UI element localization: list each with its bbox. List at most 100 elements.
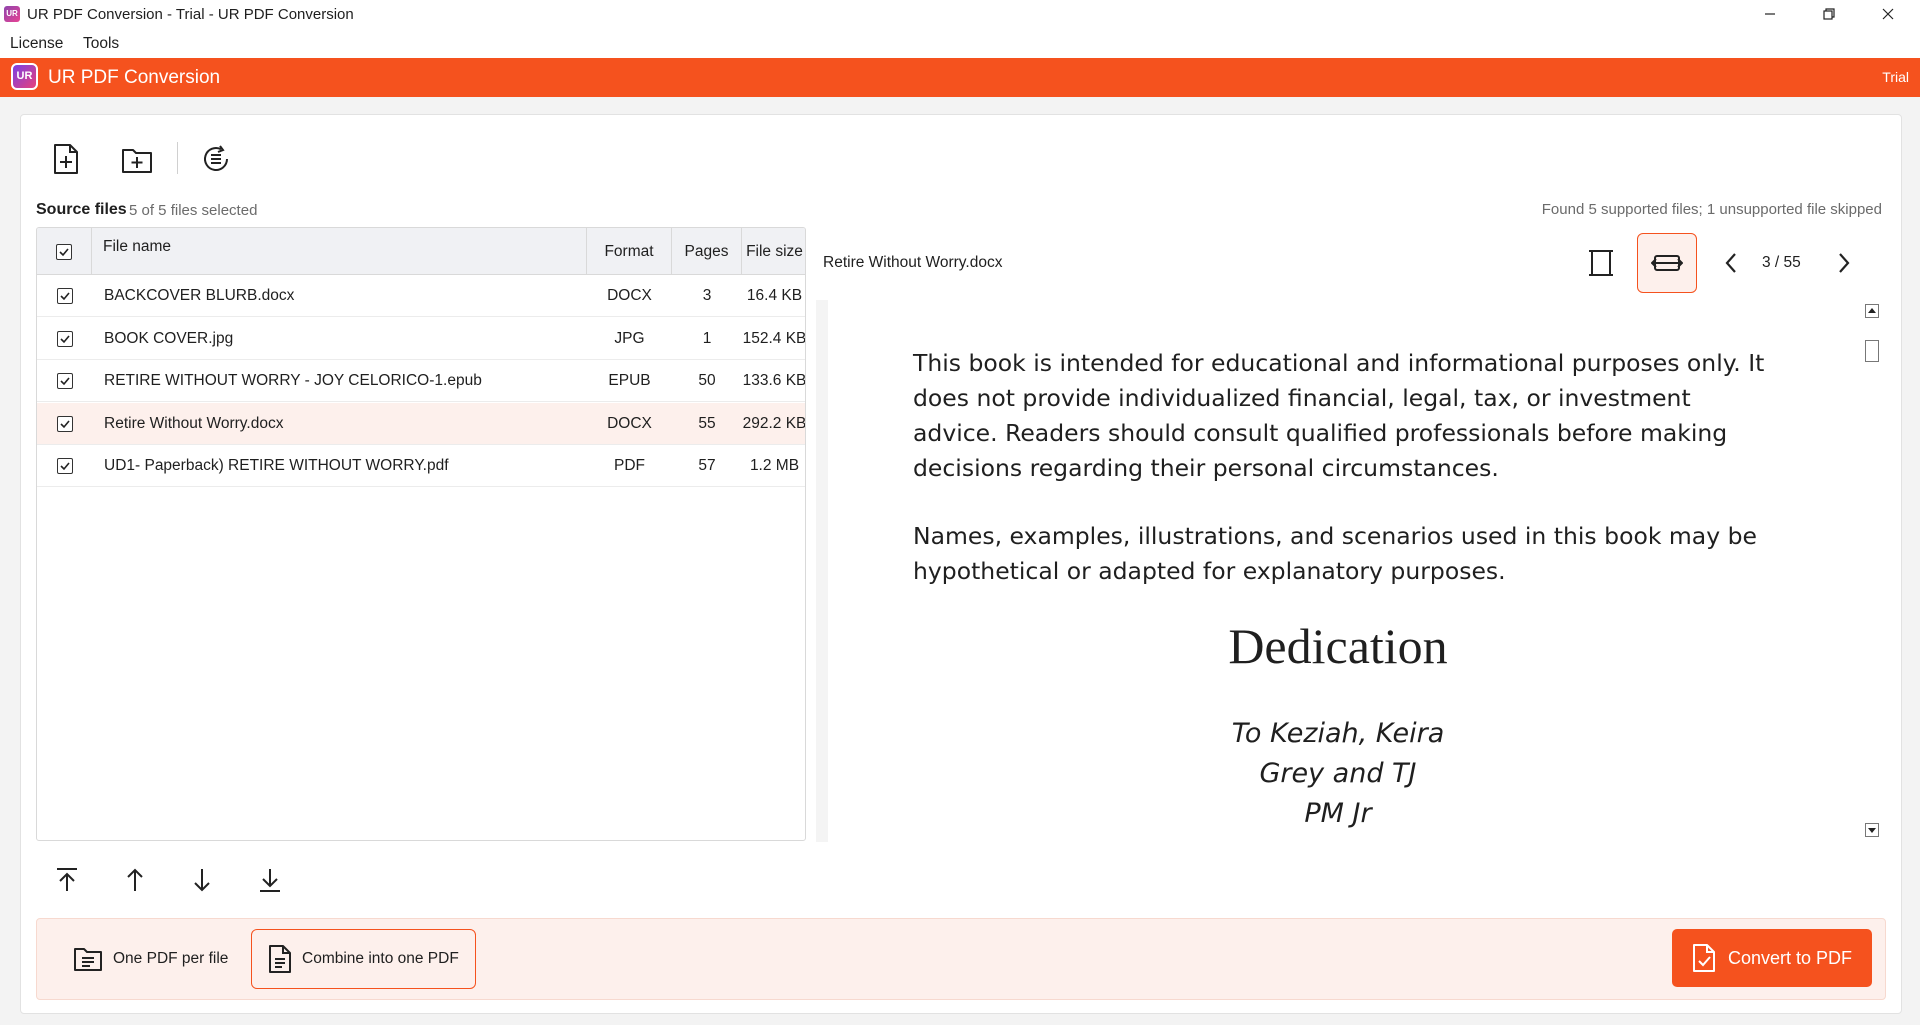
- table-row[interactable]: Retire Without Worry.docx DOCX 55 292.2 KB: [37, 402, 806, 445]
- combine-label: Combine into one PDF: [302, 950, 459, 967]
- row-checkbox[interactable]: [56, 288, 73, 304]
- found-files-message: Found 5 supported files; 1 unsupported f…: [1541, 201, 1882, 218]
- dedication-line: PM Jr: [1304, 798, 1372, 829]
- file-size: 292.2 KB: [742, 414, 806, 432]
- fit-page-button[interactable]: [1579, 241, 1623, 285]
- move-up-button[interactable]: [115, 860, 155, 900]
- file-pages: 55: [698, 414, 716, 432]
- add-file-icon: [54, 144, 78, 174]
- one-pdf-per-file-button[interactable]: One PDF per file: [57, 929, 244, 989]
- row-checkbox-cell: [37, 318, 92, 360]
- restore-button[interactable]: [1800, 0, 1858, 28]
- row-checkbox-cell: [37, 445, 92, 487]
- file-pages: 3: [702, 287, 712, 304]
- table-row[interactable]: RETIRE WITHOUT WORRY - JOY CELORICO-1.ep…: [37, 360, 805, 402]
- scroll-thumb[interactable]: [1865, 340, 1879, 362]
- move-to-bottom-button[interactable]: [250, 860, 290, 900]
- file-pages: 57: [698, 457, 716, 474]
- close-icon: [1882, 8, 1894, 20]
- file-table: File name Format Pages File size BACKCOV…: [36, 227, 806, 841]
- pdf-check-icon: [1692, 944, 1715, 972]
- page-text: This book is intended for educational an…: [913, 346, 1773, 622]
- header-file-name[interactable]: File name: [92, 228, 587, 275]
- file-format: EPUB: [608, 372, 651, 389]
- dedication-text: To Keziah, Keira Grey and TJ PM Jr: [1000, 714, 1676, 834]
- table-row[interactable]: UD1- Paperback) RETIRE WITHOUT WORRY.pdf…: [37, 445, 805, 487]
- row-checkbox[interactable]: [56, 330, 73, 347]
- scroll-down-button[interactable]: [1865, 823, 1879, 837]
- arrow-up-icon: [127, 868, 143, 891]
- convert-label: Convert to PDF: [1727, 947, 1853, 968]
- move-to-top-button[interactable]: [47, 860, 87, 900]
- files-icon: [74, 948, 102, 971]
- file-name: RETIRE WITHOUT WORRY - JOY CELORICO-1.ep…: [104, 372, 482, 389]
- toolbar-divider: [177, 142, 178, 174]
- preview-file-name: Retire Without Worry.docx: [823, 254, 1003, 271]
- convert-to-pdf-button[interactable]: Convert to PDF: [1672, 929, 1872, 987]
- trial-badge: Trial: [1882, 69, 1909, 85]
- menu-license[interactable]: License: [10, 35, 63, 53]
- file-format: DOCX: [607, 287, 652, 304]
- clear-list-button[interactable]: [196, 139, 236, 179]
- row-checkbox-cell: [37, 403, 92, 445]
- chevron-right-icon: [1839, 253, 1850, 273]
- table-row[interactable]: BACKCOVER BLURB.docx DOCX 3 16.4 KB: [37, 275, 805, 317]
- row-checkbox-cell: [37, 360, 92, 402]
- page-paragraph: This book is intended for educational an…: [913, 349, 1765, 482]
- file-name: BACKCOVER BLURB.docx: [104, 287, 295, 304]
- file-name: UD1- Paperback) RETIRE WITHOUT WORRY.pdf: [104, 457, 449, 474]
- app-icon: UR: [4, 6, 20, 22]
- row-checkbox[interactable]: [56, 458, 73, 474]
- fit-width-icon: [1651, 255, 1683, 271]
- add-folder-button[interactable]: [117, 140, 157, 180]
- arrow-down-icon: [194, 869, 210, 892]
- dedication-line: Grey and TJ: [1259, 758, 1417, 789]
- header-file-size[interactable]: File size: [742, 228, 805, 275]
- file-format: DOCX: [607, 414, 652, 432]
- one-pdf-label: One PDF per file: [113, 950, 229, 967]
- page-paragraph: Names, examples, illustrations, and scen…: [913, 522, 1757, 585]
- table-row[interactable]: BOOK COVER.jpg JPG 1 152.4 KB: [37, 318, 805, 360]
- menu-bar: License Tools: [0, 28, 1920, 58]
- fit-height-icon: [1589, 250, 1613, 276]
- file-name: BOOK COVER.jpg: [104, 329, 234, 347]
- check-icon: [59, 247, 69, 256]
- app-header: UR UR PDF Conversion Trial: [0, 58, 1920, 97]
- scroll-down-icon: [1865, 823, 1879, 837]
- file-pages: 1: [702, 329, 712, 347]
- page-indicator: 3 / 55: [1762, 254, 1801, 271]
- check-icon: [59, 419, 70, 428]
- row-checkbox[interactable]: [56, 415, 73, 432]
- clear-list-icon: [204, 145, 228, 171]
- file-name: Retire Without Worry.docx: [104, 414, 284, 432]
- combine-into-one-pdf-button[interactable]: Combine into one PDF: [251, 929, 476, 989]
- add-file-button[interactable]: [46, 139, 86, 179]
- close-button[interactable]: [1859, 0, 1917, 28]
- row-checkbox[interactable]: [56, 373, 73, 389]
- check-icon: [59, 462, 70, 471]
- move-bottom-icon: [260, 869, 280, 892]
- check-icon: [59, 377, 70, 386]
- window-title: UR PDF Conversion - Trial - UR PDF Conve…: [27, 6, 354, 23]
- check-icon: [59, 292, 70, 301]
- file-format: JPG: [614, 329, 645, 347]
- add-folder-icon: [122, 149, 152, 173]
- menu-tools[interactable]: Tools: [83, 35, 119, 53]
- move-down-button[interactable]: [182, 860, 222, 900]
- output-options-bar: One PDF per file Combine into one PDF Co…: [36, 918, 1886, 1000]
- check-icon: [59, 334, 70, 343]
- previous-page-button[interactable]: [1709, 241, 1753, 285]
- header-format[interactable]: Format: [587, 228, 672, 275]
- file-format: PDF: [614, 457, 645, 474]
- dedication-heading: Dedication: [1228, 618, 1448, 674]
- select-all-checkbox[interactable]: [56, 243, 72, 260]
- preview-scrollbar[interactable]: [1862, 300, 1880, 842]
- fit-width-button[interactable]: [1637, 233, 1697, 293]
- document-icon: [269, 945, 291, 973]
- source-files-label: Source files: [36, 201, 127, 218]
- minimize-button[interactable]: [1741, 0, 1799, 28]
- table-header: File name Format Pages File size: [37, 228, 805, 275]
- next-page-button[interactable]: [1822, 241, 1866, 285]
- scroll-up-button[interactable]: [1865, 304, 1879, 318]
- header-pages[interactable]: Pages: [672, 228, 742, 275]
